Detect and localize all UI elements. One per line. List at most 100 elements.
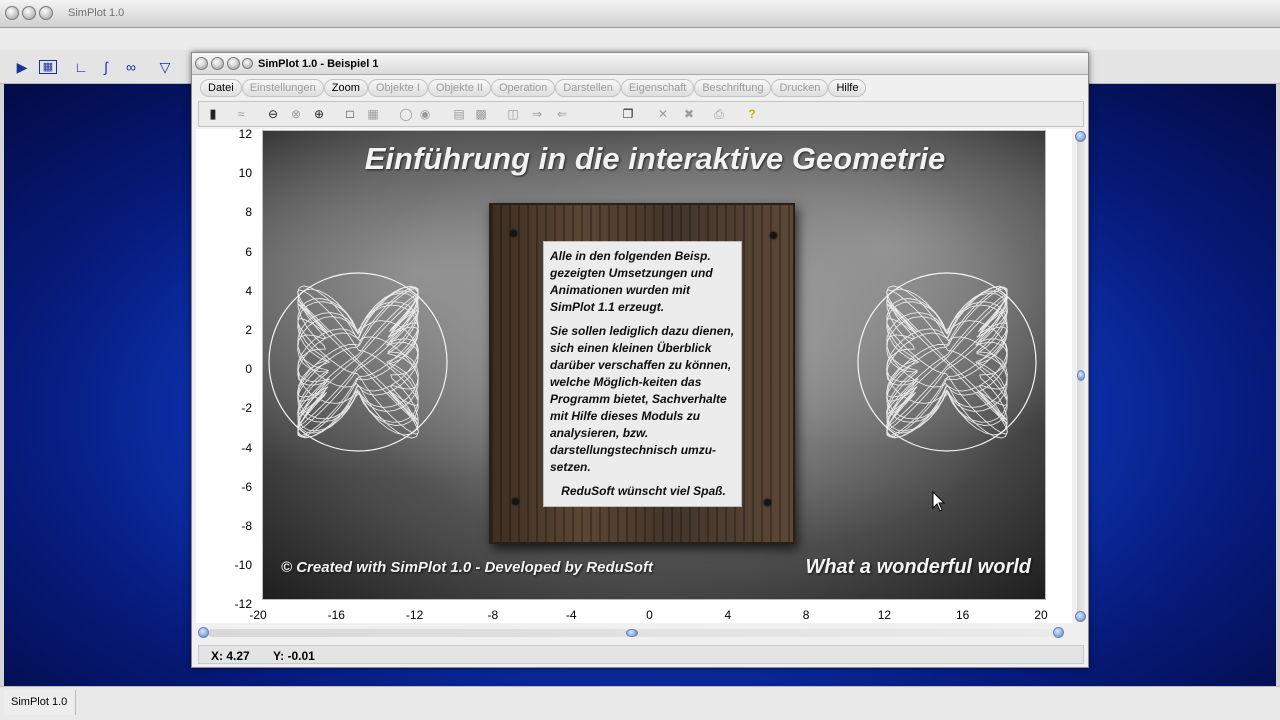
nail-icon: [512, 498, 519, 505]
y-tick-label: 10: [238, 166, 252, 181]
arrow-right-icon[interactable]: ⇒: [529, 106, 545, 122]
plot-area[interactable]: 12 10 8 6 4 2 0 -2 -4 -6 -8 -10 -12 -20 -16 -12 -8 -4 0 4 8…: [196, 127, 1072, 623]
menu-operation[interactable]: Operation: [490, 79, 556, 97]
status-label: SimPlot 1.0: [4, 690, 76, 715]
parametric-icon[interactable]: ∞: [122, 58, 140, 76]
play-icon[interactable]: ▶: [13, 58, 31, 76]
scroll-right-button[interactable]: [1053, 627, 1064, 638]
coord-y-readout: Y: -0.01: [273, 649, 315, 663]
window-title: SimPlot 1.0 - Beispiel 1: [258, 58, 379, 70]
x-tick-label: -20: [249, 608, 267, 622]
x-tick-label: 16: [956, 608, 970, 622]
info-note: Alle in den folgenden Beisp. gezeigten U…: [543, 241, 742, 507]
vertical-scroll-thumb[interactable]: [1077, 370, 1085, 381]
x-tick-label: -12: [405, 608, 424, 622]
filter-icon[interactable]: ▽: [156, 58, 174, 76]
scroll-down-button[interactable]: [1075, 611, 1086, 622]
note-paragraph: Sie sollen lediglich dazu dienen, sich e…: [550, 324, 735, 474]
rosette-right-graphic: [857, 272, 1037, 452]
y-tick-label: 4: [245, 283, 252, 298]
y-tick-label: 8: [245, 205, 252, 220]
close-button[interactable]: [5, 6, 19, 20]
app-titlebar: SimPlot 1.0: [0, 0, 1280, 28]
y-tick-label: 6: [245, 244, 252, 259]
app-menubar-area: [0, 28, 1280, 50]
split-icon[interactable]: ◫: [505, 106, 521, 122]
arrow-left-icon[interactable]: ⇐: [554, 106, 570, 122]
print-icon[interactable]: ⎙: [711, 106, 727, 122]
y-tick-label: 2: [245, 323, 252, 337]
coordinate-bar: X: 4.27 Y: -0.01: [198, 645, 1084, 664]
x-tick-label: -8: [487, 608, 499, 622]
circle-dot-icon[interactable]: ◉: [417, 106, 433, 122]
nail-icon: [510, 230, 517, 237]
vertical-scrollbar[interactable]: [1074, 129, 1088, 623]
menu-beschriftung[interactable]: Beschriftung: [694, 79, 772, 97]
window-toolbar: ▮ ≈ ⊖ ⊗ ⊕ □ ▦ ◯ ◉ ▤ ▩ ◫ ⇒ ⇐ ❐ ✕ ✖ ⎙ ?: [198, 101, 1084, 127]
menu-einstellungen[interactable]: Einstellungen: [241, 79, 324, 97]
zoom-in-icon[interactable]: ⊕: [311, 106, 327, 122]
y-tick-label: 0: [245, 362, 252, 377]
app-title: SimPlot 1.0: [68, 7, 125, 19]
rosette-left-graphic: [268, 272, 448, 452]
coord-x-readout: X: 4.27: [211, 649, 250, 663]
x-tick-label: -16: [327, 608, 345, 622]
menu-hilfe[interactable]: Hilfe: [828, 79, 867, 97]
note-signature: ReduSoft wünscht viel Spaß.: [561, 484, 726, 498]
menu-darstellen[interactable]: Darstellen: [555, 79, 621, 97]
nail-icon: [770, 232, 777, 239]
y-tick-label: -6: [241, 479, 252, 494]
horizontal-scroll-thumb[interactable]: [626, 629, 638, 637]
menu-objekte-ii[interactable]: Objekte II: [427, 79, 491, 97]
footer-credit: © Created with SimPlot 1.0 - Developed b…: [281, 559, 653, 576]
scroll-up-button[interactable]: [1075, 131, 1086, 142]
horizontal-scrollbar[interactable]: [198, 625, 1070, 641]
menu-zoom[interactable]: Zoom: [323, 79, 368, 97]
table-icon[interactable]: ▤: [451, 106, 467, 122]
x-tick-label: 20: [1034, 608, 1048, 622]
x-tick-label: 4: [724, 608, 732, 622]
grid-icon[interactable]: ▦: [365, 106, 381, 122]
plot-canvas[interactable]: Einführung in die interaktive Geometrie …: [262, 130, 1046, 600]
wooden-frame: Alle in den folgenden Beisp. gezeigten U…: [489, 203, 795, 544]
scroll-left-button[interactable]: [198, 627, 209, 638]
window-maximize-button[interactable]: [227, 57, 240, 70]
menu-datei[interactable]: Datei: [200, 79, 242, 97]
minimize-button[interactable]: [22, 6, 36, 20]
window-menu-button[interactable]: [242, 58, 253, 69]
help-icon[interactable]: ?: [744, 106, 760, 122]
delete-icon[interactable]: ✕: [655, 106, 671, 122]
line-chart-icon[interactable]: ∟: [72, 58, 90, 76]
zoom-reset-icon[interactable]: ⊗: [288, 106, 304, 122]
wave-icon[interactable]: ≈: [233, 106, 249, 122]
note-paragraph: Alle in den folgenden Beisp. gezeigten U…: [550, 249, 713, 314]
copy-icon[interactable]: ❐: [620, 106, 636, 122]
x-tick-label: -4: [565, 608, 577, 622]
table-icon[interactable]: ▦: [39, 60, 57, 74]
circle-icon[interactable]: ◯: [398, 106, 414, 122]
menubar: Datei Einstellungen Zoom Objekte I Objekte I…: [200, 79, 1082, 99]
y-tick-label: -10: [234, 558, 252, 573]
menu-eigenschaft[interactable]: Eigenschaft: [620, 79, 695, 97]
menu-drucken[interactable]: Drucken: [771, 79, 829, 97]
square-icon[interactable]: □: [342, 106, 358, 122]
calculator-icon[interactable]: ▮: [205, 106, 221, 122]
window-close-button[interactable]: [195, 57, 208, 70]
x-tick-label: 0: [646, 608, 653, 622]
maximize-button[interactable]: [39, 6, 53, 20]
footer-tagline: What a wonderful world: [805, 556, 1031, 578]
canvas-title: Einführung in die interaktive Geometrie: [364, 141, 946, 176]
x-tick-label: 8: [802, 608, 810, 622]
document-window: SimPlot 1.0 - Beispiel 1 Datei Einstellun…: [191, 52, 1089, 668]
function-plot-icon[interactable]: ∫: [97, 58, 115, 76]
window-minimize-button[interactable]: [211, 57, 224, 70]
edit-table-icon[interactable]: ▩: [473, 106, 489, 122]
nail-icon: [764, 499, 771, 506]
mouse-pointer-icon: [932, 491, 946, 512]
app-statusbar: SimPlot 1.0: [0, 686, 1280, 720]
y-tick-label: -2: [241, 401, 252, 416]
delete-all-icon[interactable]: ✖: [681, 106, 697, 122]
menu-objekte-i[interactable]: Objekte I: [367, 79, 428, 97]
zoom-out-icon[interactable]: ⊖: [265, 106, 281, 122]
window-titlebar[interactable]: SimPlot 1.0 - Beispiel 1: [192, 53, 1088, 75]
